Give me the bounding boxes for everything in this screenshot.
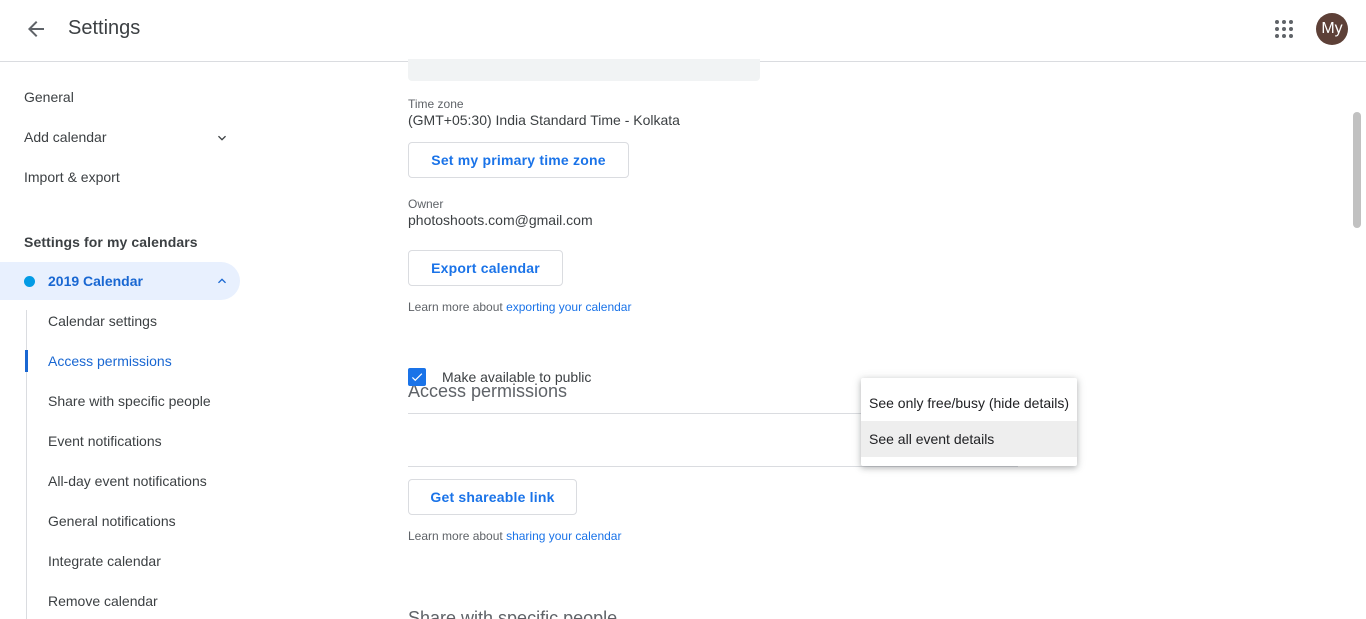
description-field[interactable] xyxy=(408,59,760,81)
permission-level-menu: See only free/busy (hide details) See al… xyxy=(861,378,1077,466)
menu-option-free-busy[interactable]: See only free/busy (hide details) xyxy=(861,385,1077,421)
get-shareable-link-button[interactable]: Get shareable link xyxy=(408,479,577,515)
check-icon xyxy=(411,373,423,382)
arrow-back-icon xyxy=(28,21,44,37)
learn-more-prefix: Learn more about xyxy=(408,300,507,314)
set-primary-timezone-button[interactable]: Set my primary time zone xyxy=(408,142,629,178)
learn-more-prefix: Learn more about xyxy=(408,529,507,543)
back-button[interactable] xyxy=(20,13,52,45)
google-apps-button[interactable] xyxy=(1268,13,1300,45)
make-public-label[interactable]: Make available to public xyxy=(442,369,591,385)
menu-option-all-event-details[interactable]: See all event details xyxy=(861,421,1077,457)
apps-grid-icon xyxy=(1275,20,1293,38)
sharing-calendar-link[interactable]: sharing your calendar xyxy=(506,529,621,543)
share-with-specific-people-title: Share with specific people xyxy=(408,608,618,619)
export-learn-more: Learn more about exporting your calendar xyxy=(408,300,631,314)
sharing-learn-more: Learn more about sharing your calendar xyxy=(408,529,621,543)
account-avatar[interactable]: My xyxy=(1316,13,1348,45)
timezone-value: (GMT+05:30) India Standard Time - Kolkat… xyxy=(408,112,680,128)
make-public-checkbox[interactable] xyxy=(408,368,426,386)
page-scrollbar[interactable] xyxy=(1353,112,1361,228)
exporting-calendar-link[interactable]: exporting your calendar xyxy=(506,300,631,314)
export-calendar-button[interactable]: Export calendar xyxy=(408,250,563,286)
owner-label: Owner xyxy=(408,197,444,211)
row-divider xyxy=(408,466,1018,467)
top-app-bar: Settings My xyxy=(0,0,1366,62)
settings-content: Time zone (GMT+05:30) India Standard Tim… xyxy=(0,59,1366,619)
page-title: Settings xyxy=(68,17,141,39)
owner-value: photoshoots.com@gmail.com xyxy=(408,212,593,228)
timezone-label: Time zone xyxy=(408,97,464,111)
